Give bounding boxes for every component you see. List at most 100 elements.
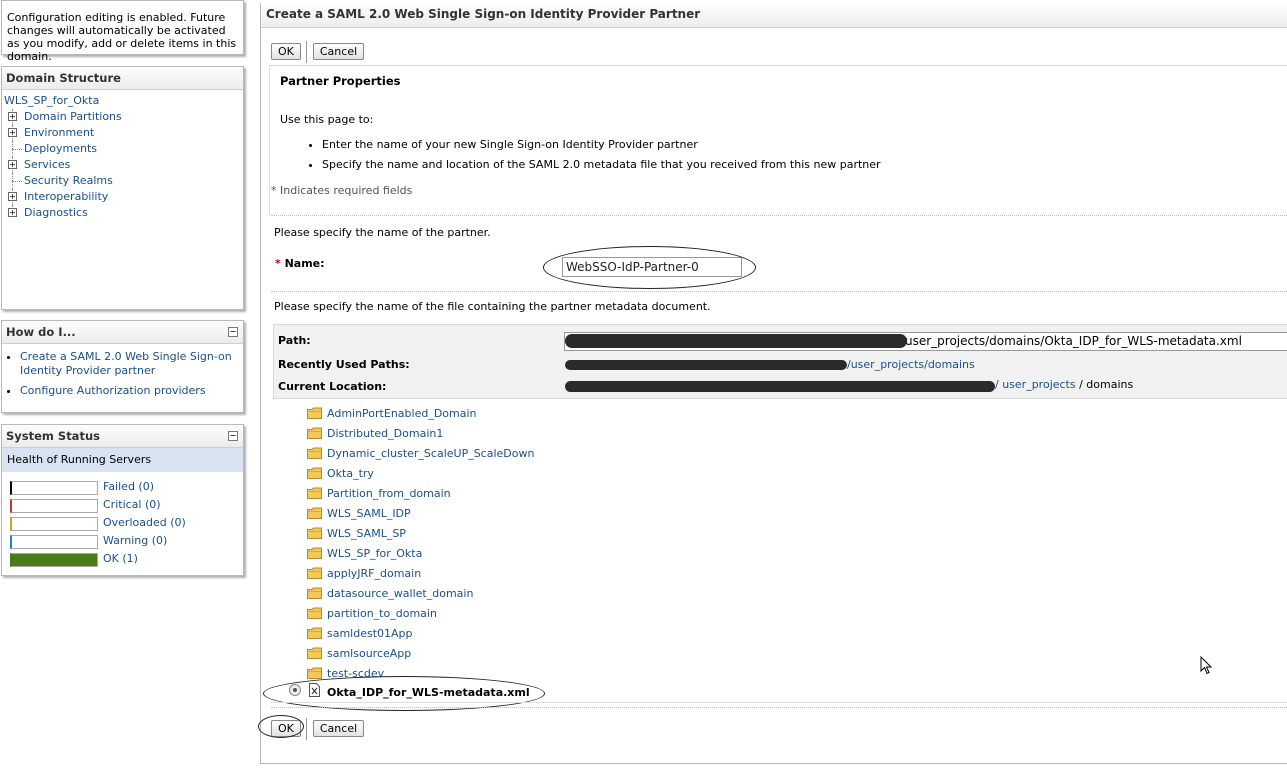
folder-link[interactable]: partition_to_domain	[327, 604, 437, 624]
folder-icon	[307, 547, 322, 559]
expand-icon[interactable]: +	[8, 128, 17, 137]
tree-item[interactable]: Deployments	[2, 141, 243, 157]
folder-icon	[307, 507, 322, 519]
folder-link[interactable]: AdminPortEnabled_Domain	[327, 404, 477, 424]
tree-connector	[12, 149, 22, 150]
health-row-link[interactable]: Warning (0)	[103, 534, 167, 547]
divider	[271, 707, 1287, 708]
domain-structure-title: Domain Structure	[2, 67, 243, 90]
change-center-panel: Configuration editing is enabled. Future…	[1, 0, 244, 63]
health-bar-fill	[12, 554, 97, 566]
health-row-link[interactable]: Failed (0)	[103, 480, 154, 493]
expand-icon[interactable]: +	[8, 208, 17, 217]
button-divider	[306, 718, 308, 740]
intro-bullets: Enter the name of your new Single Sign-o…	[304, 135, 881, 175]
ok-highlight-oval	[258, 715, 304, 738]
redaction	[565, 381, 995, 392]
required-note: * Indicates required fields	[271, 184, 413, 197]
expand-icon[interactable]: +	[8, 160, 17, 169]
current-location-label: Current Location:	[278, 380, 387, 393]
tree-item-label[interactable]: Services	[24, 158, 70, 171]
health-bar	[10, 481, 98, 495]
folder-icon	[307, 587, 322, 599]
health-bar	[10, 535, 98, 549]
folder-icon	[307, 647, 322, 659]
domain-structure-panel: Domain Structure WLS_SP_for_Okta + Domain…	[1, 66, 244, 310]
divider	[271, 215, 1287, 216]
mouse-cursor-icon	[1200, 656, 1213, 675]
folder-link[interactable]: WLS_SAML_IDP	[327, 504, 411, 524]
folder-link[interactable]: samldest01App	[327, 624, 413, 644]
folder-link[interactable]: WLS_SAML_SP	[327, 524, 406, 544]
health-row: Critical (0)	[2, 496, 243, 514]
health-row-link[interactable]: Overloaded (0)	[103, 516, 186, 529]
name-prompt: Please specify the name of the partner.	[274, 226, 491, 239]
recent-paths-label: Recently Used Paths:	[278, 358, 410, 371]
folder-link[interactable]: Okta_try	[327, 464, 374, 484]
folder-icon	[307, 407, 322, 419]
folder-icon	[307, 667, 322, 679]
how-do-i-item: Configure Authorization providers	[20, 384, 243, 398]
folder-link[interactable]: datasource_wallet_domain	[327, 584, 473, 604]
cancel-button-top[interactable]: Cancel	[312, 43, 365, 60]
page-title: Create a SAML 2.0 Web Single Sign-on Ide…	[261, 3, 1287, 28]
redaction	[565, 334, 907, 348]
expand-icon[interactable]: +	[8, 192, 17, 201]
configure-authorization-link[interactable]: Configure Authorization providers	[20, 384, 206, 397]
tree-item-label[interactable]: Diagnostics	[24, 206, 88, 219]
file-highlight-oval	[263, 676, 545, 711]
tree-item[interactable]: + Services	[2, 157, 243, 173]
folder-icon	[307, 627, 322, 639]
folder-icon	[307, 567, 322, 579]
location-link[interactable]: / user_projects	[995, 378, 1076, 391]
tree-item[interactable]: + Environment	[2, 125, 243, 141]
folder-link[interactable]: Partition_from_domain	[327, 484, 451, 504]
intro-text: Use this page to:	[280, 113, 374, 126]
tree-item-label[interactable]: Deployments	[24, 142, 97, 155]
create-saml-idp-link[interactable]: Create a SAML 2.0 Web Single Sign-on Ide…	[20, 350, 232, 377]
health-row: Overloaded (0)	[2, 514, 243, 532]
name-label: * Name:	[275, 257, 325, 270]
redaction	[565, 360, 847, 370]
how-do-i-title-text: How do I...	[6, 325, 76, 339]
collapse-icon[interactable]: −	[228, 327, 238, 337]
health-row-link[interactable]: OK (1)	[103, 552, 138, 565]
how-do-i-list: Create a SAML 2.0 Web Single Sign-on Ide…	[2, 350, 243, 398]
tree-item-label[interactable]: Security Realms	[24, 174, 113, 187]
main-content: Create a SAML 2.0 Web Single Sign-on Ide…	[258, 3, 1287, 764]
health-rows: Failed (0) Critical (0) Overloaded (0) Warn…	[2, 472, 243, 568]
health-bar	[10, 517, 98, 531]
file-prompt: Please specify the name of the file cont…	[274, 300, 711, 313]
expand-icon[interactable]: +	[8, 112, 17, 121]
folder-link[interactable]: Dynamic_cluster_ScaleUP_ScaleDown	[327, 444, 534, 464]
health-row-link[interactable]: Critical (0)	[103, 498, 161, 511]
domain-tree: WLS_SP_for_Okta + Domain Partitions + Envir…	[2, 90, 243, 221]
tree-item-label[interactable]: Domain Partitions	[24, 110, 122, 123]
top-button-bar: OK Cancel	[271, 41, 365, 63]
domain-root-link[interactable]: WLS_SP_for_Okta	[4, 94, 99, 107]
path-input-text: user_projects/domains/Okta_IDP_for_WLS-m…	[905, 334, 1242, 348]
recent-path-link[interactable]: /user_projects/domains	[847, 358, 975, 371]
path-label: Path:	[278, 334, 311, 347]
cancel-button-bottom[interactable]: Cancel	[312, 720, 365, 737]
folder-link[interactable]: WLS_SP_for_Okta	[327, 544, 422, 564]
folder-icon	[307, 427, 322, 439]
tree-item[interactable]: + Interoperability	[2, 189, 243, 205]
tree-item-label[interactable]: Interoperability	[24, 190, 108, 203]
section-title: Partner Properties	[280, 74, 401, 88]
tree-item[interactable]: Security Realms	[2, 173, 243, 189]
tree-item[interactable]: + Domain Partitions	[2, 109, 243, 125]
ok-button-top[interactable]: OK	[271, 43, 301, 60]
folder-link[interactable]: samlsourceApp	[327, 644, 411, 664]
domain-tree-items: + Domain Partitions + Environment Deployment…	[2, 109, 243, 221]
tree-item-label[interactable]: Environment	[24, 126, 94, 139]
divider	[271, 291, 1287, 292]
tree-item[interactable]: + Diagnostics	[2, 205, 243, 221]
collapse-icon[interactable]: −	[228, 431, 238, 441]
how-do-i-item: Create a SAML 2.0 Web Single Sign-on Ide…	[20, 350, 243, 378]
folder-icon	[307, 607, 322, 619]
location-tail: / domains	[1079, 378, 1134, 391]
folder-link[interactable]: applyJRF_domain	[327, 564, 421, 584]
folder-link[interactable]: Distributed_Domain1	[327, 424, 443, 444]
folder-icon	[307, 527, 322, 539]
